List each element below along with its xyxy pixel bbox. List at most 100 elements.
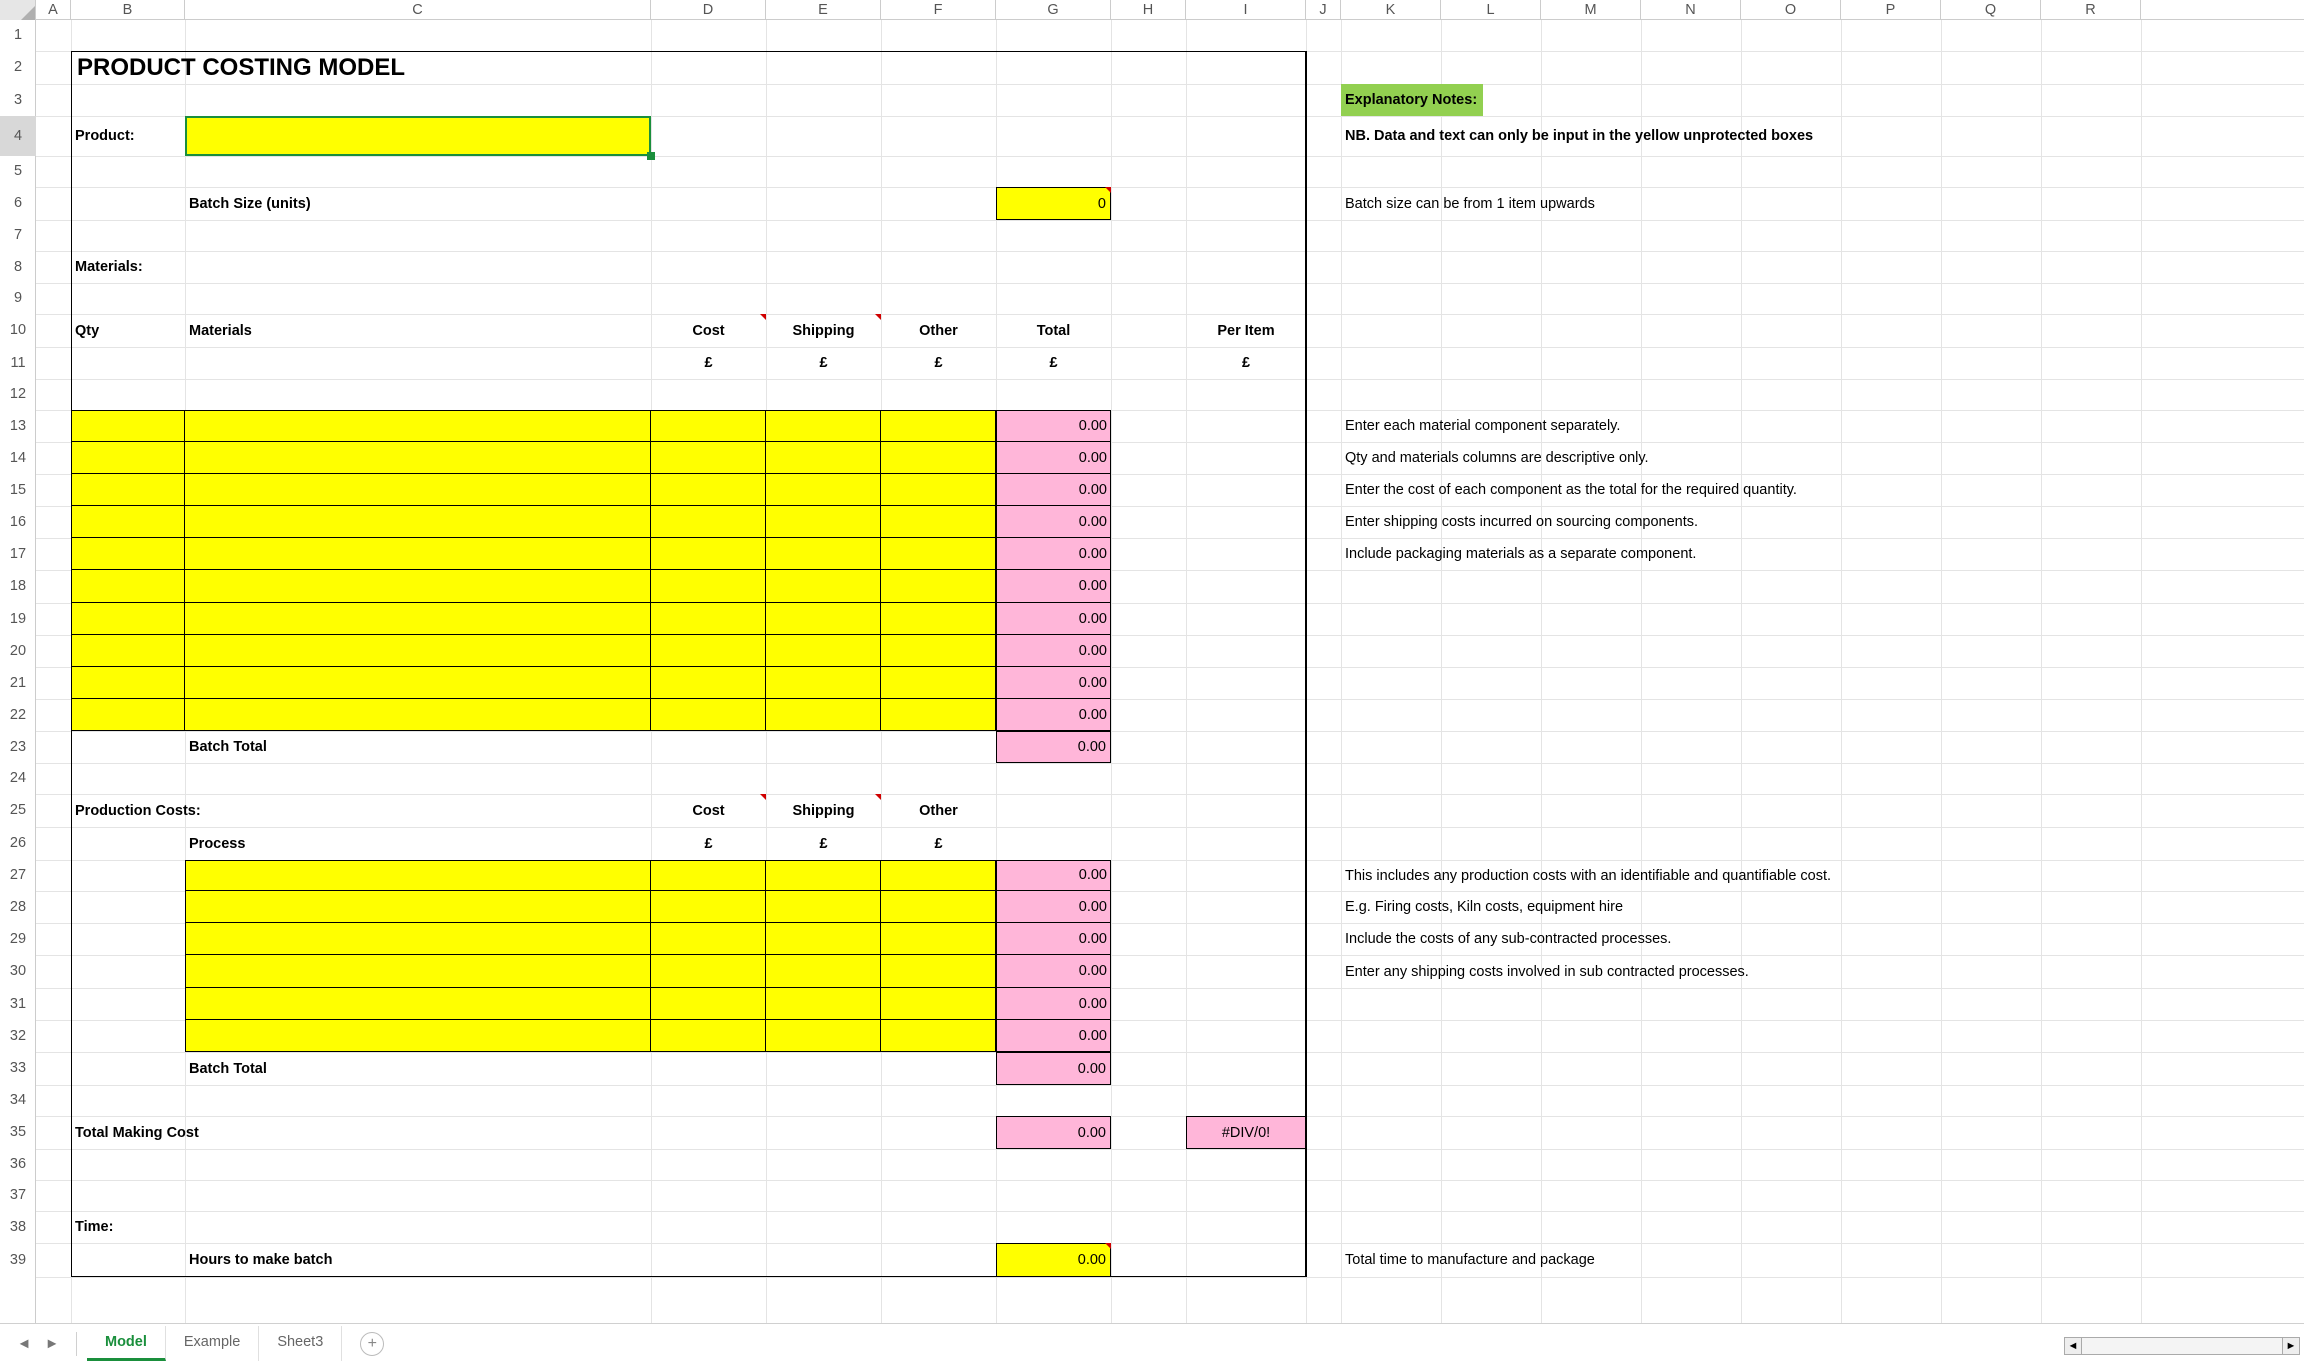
materials-total-cell: 0.00 xyxy=(996,570,1111,603)
cost-header: Cost xyxy=(651,314,766,347)
product-input[interactable] xyxy=(185,116,651,156)
column-header[interactable]: H xyxy=(1111,0,1186,20)
horizontal-scrollbar[interactable]: ◄► xyxy=(2064,1337,2300,1355)
row-header[interactable]: 24 xyxy=(0,763,36,794)
materials-total-cell: 0.00 xyxy=(996,635,1111,667)
column-header[interactable]: L xyxy=(1441,0,1541,20)
time-header: Time: xyxy=(71,1211,185,1243)
row-header[interactable]: 10 xyxy=(0,314,36,347)
materials-note: Qty and materials columns are descriptiv… xyxy=(1341,442,2141,474)
row-header[interactable]: 35 xyxy=(0,1116,36,1149)
column-header[interactable]: D xyxy=(651,0,766,20)
row-header[interactable]: 27 xyxy=(0,860,36,891)
time-note: Total time to manufacture and package xyxy=(1341,1243,2141,1277)
materials-total-cell: 0.00 xyxy=(996,474,1111,506)
row-header[interactable]: 15 xyxy=(0,474,36,506)
row-header[interactable]: 29 xyxy=(0,923,36,955)
other-header: Other xyxy=(881,314,996,347)
row-header[interactable]: 9 xyxy=(0,283,36,314)
production-total-cell: 0.00 xyxy=(996,955,1111,988)
hours-input[interactable]: 0.00 xyxy=(996,1243,1111,1277)
column-header[interactable]: M xyxy=(1541,0,1641,20)
currency-symbol: £ xyxy=(881,347,996,379)
row-header[interactable]: 21 xyxy=(0,667,36,699)
batch-size-input[interactable]: 0 xyxy=(996,187,1111,220)
process-header: Process xyxy=(185,827,651,860)
select-all-corner[interactable] xyxy=(0,0,36,20)
row-header[interactable]: 25 xyxy=(0,794,36,827)
production-total-cell: 0.00 xyxy=(996,923,1111,955)
row-header[interactable]: 13 xyxy=(0,410,36,442)
column-header[interactable]: F xyxy=(881,0,996,20)
materials-total-cell: 0.00 xyxy=(996,442,1111,474)
row-header[interactable]: 7 xyxy=(0,220,36,251)
row-header[interactable]: 11 xyxy=(0,347,36,379)
materials-col-header: Materials xyxy=(185,314,651,347)
row-header[interactable]: 2 xyxy=(0,51,36,84)
row-header[interactable]: 12 xyxy=(0,379,36,410)
materials-note: Enter each material component separately… xyxy=(1341,410,2141,442)
spreadsheet-grid[interactable]: PRODUCT COSTING MODELProduct:Batch Size … xyxy=(36,20,2304,1323)
row-header[interactable]: 16 xyxy=(0,506,36,538)
comment-indicator-icon xyxy=(1105,187,1111,193)
column-header[interactable]: K xyxy=(1341,0,1441,20)
column-header[interactable]: O xyxy=(1741,0,1841,20)
row-header[interactable]: 28 xyxy=(0,891,36,923)
currency-symbol: £ xyxy=(1186,347,1306,379)
row-header[interactable]: 33 xyxy=(0,1052,36,1085)
tab-nav-next[interactable]: ► xyxy=(42,1334,62,1354)
row-header[interactable]: 6 xyxy=(0,187,36,220)
row-header[interactable]: 19 xyxy=(0,603,36,635)
production-costs-header: Production Costs: xyxy=(71,794,651,827)
column-header[interactable]: Q xyxy=(1941,0,2041,20)
row-header[interactable]: 8 xyxy=(0,251,36,283)
row-header[interactable]: 30 xyxy=(0,955,36,988)
currency-symbol: £ xyxy=(766,827,881,860)
column-header[interactable]: C xyxy=(185,0,651,20)
column-header[interactable]: A xyxy=(36,0,71,20)
materials-note: Enter the cost of each component as the … xyxy=(1341,474,2141,506)
column-header[interactable]: J xyxy=(1306,0,1341,20)
row-header[interactable]: 31 xyxy=(0,988,36,1020)
row-header[interactable]: 1 xyxy=(0,20,36,51)
production-total-cell: 0.00 xyxy=(996,891,1111,923)
column-header[interactable]: N xyxy=(1641,0,1741,20)
row-header[interactable]: 39 xyxy=(0,1243,36,1277)
column-header[interactable]: R xyxy=(2041,0,2141,20)
materials-total-cell: 0.00 xyxy=(996,538,1111,570)
batch-note: Batch size can be from 1 item upwards xyxy=(1341,187,2141,220)
tab-nav-prev[interactable]: ◄ xyxy=(14,1334,34,1354)
row-header[interactable]: 14 xyxy=(0,442,36,474)
column-header[interactable]: G xyxy=(996,0,1111,20)
add-sheet-button[interactable]: + xyxy=(360,1332,384,1356)
row-header[interactable]: 32 xyxy=(0,1020,36,1052)
row-header[interactable]: 5 xyxy=(0,156,36,187)
qty-header: Qty xyxy=(71,314,185,347)
row-header[interactable]: 20 xyxy=(0,635,36,667)
column-header[interactable]: P xyxy=(1841,0,1941,20)
per-item-cost: #DIV/0! xyxy=(1186,1116,1306,1149)
row-header[interactable]: 4 xyxy=(0,116,36,156)
production-note: Enter any shipping costs involved in sub… xyxy=(1341,955,2141,988)
row-header[interactable]: 23 xyxy=(0,731,36,763)
column-header[interactable]: I xyxy=(1186,0,1306,20)
column-header[interactable]: B xyxy=(71,0,185,20)
row-header[interactable]: 18 xyxy=(0,570,36,603)
row-header[interactable]: 38 xyxy=(0,1211,36,1243)
production-total-cell: 0.00 xyxy=(996,860,1111,891)
row-header[interactable]: 37 xyxy=(0,1180,36,1211)
row-header[interactable]: 26 xyxy=(0,827,36,860)
other-header-2: Other xyxy=(881,794,996,827)
column-header[interactable]: E xyxy=(766,0,881,20)
cost-header-2: Cost xyxy=(651,794,766,827)
currency-symbol: £ xyxy=(651,827,766,860)
sheet-tab[interactable]: Example xyxy=(166,1326,259,1361)
row-header[interactable]: 34 xyxy=(0,1085,36,1116)
row-header[interactable]: 36 xyxy=(0,1149,36,1180)
row-header[interactable]: 17 xyxy=(0,538,36,570)
row-header[interactable]: 3 xyxy=(0,84,36,116)
sheet-tab[interactable]: Sheet3 xyxy=(259,1326,342,1361)
column-header-row: ABCDEFGHIJKLMNOPQR xyxy=(0,0,2304,20)
row-header[interactable]: 22 xyxy=(0,699,36,731)
sheet-tab[interactable]: Model xyxy=(87,1326,166,1361)
